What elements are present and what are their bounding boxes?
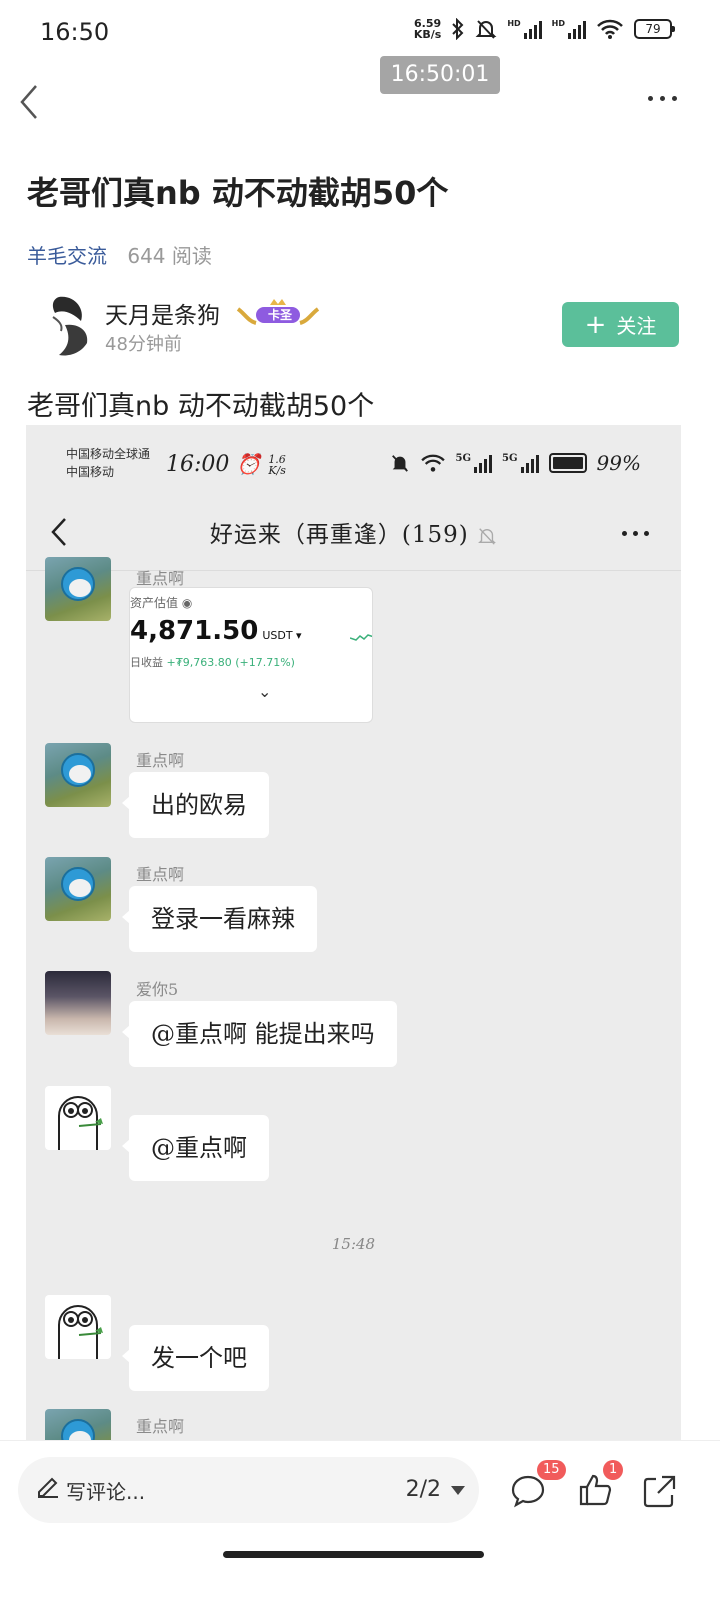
- author-avatar[interactable]: [45, 295, 97, 357]
- avatar: [45, 557, 111, 621]
- post-time: 48分钟前: [105, 334, 182, 355]
- pen-icon: [38, 1477, 58, 1498]
- asset-amount: 4,871.50 USDT ▾: [130, 616, 302, 646]
- post-body-text: 老哥们真nb 动不动截胡50个: [27, 391, 375, 422]
- embedded-battery-pct: 99%: [596, 451, 641, 475]
- sender-name: 重点啊: [136, 1417, 185, 1436]
- comment-input[interactable]: 写评论... 2/2: [18, 1457, 479, 1523]
- follow-label: 关注: [616, 314, 657, 338]
- screenshot-timestamp: 16:50:01: [380, 56, 500, 94]
- message-bubble: 出的欧易: [122, 772, 269, 838]
- chat-title: 好运来（再重逢）(159): [26, 515, 681, 549]
- caret-down-icon[interactable]: [451, 1486, 465, 1495]
- sender-name: 重点啊: [136, 865, 185, 884]
- eye-icon: ◉: [181, 596, 193, 610]
- avatar: [45, 971, 111, 1035]
- more-options-icon: [622, 531, 649, 536]
- embedded-status-icons: 5G 5G 99%: [390, 451, 641, 475]
- avatar: [45, 1295, 111, 1359]
- message-bubble: 发一个吧: [122, 1325, 269, 1391]
- battery-icon: 79: [634, 19, 675, 39]
- network-speed: 6.59 KB/s: [413, 17, 442, 41]
- avatar: [45, 743, 111, 807]
- sender-name: 重点啊: [136, 751, 185, 770]
- author-name[interactable]: 天月是条狗: [105, 296, 220, 330]
- post-meta: 羊毛交流 644 阅读: [27, 240, 212, 269]
- asset-profit: 日收益 +₮9,763.80 (+17.71%): [130, 656, 295, 669]
- bell-muted-icon: [478, 528, 496, 545]
- post-title: 老哥们真nb 动不动截胡50个: [27, 174, 449, 212]
- avatar: [45, 1409, 111, 1440]
- signal-sim2-icon: HD: [552, 19, 586, 39]
- status-icons: 6.59 KB/s HD HD 79: [413, 17, 675, 41]
- avatar: [45, 1086, 111, 1150]
- share-icon[interactable]: [642, 1473, 678, 1509]
- card-saint-badge: 卡圣: [234, 299, 322, 327]
- embedded-status-bar: 中国移动全球通 中国移动 16:00 ⏰ 1.6 K/s 5G 5G 99%: [26, 425, 681, 503]
- signal-sim1-icon: HD: [507, 19, 542, 39]
- message-bubble: @重点啊 能提出来吗: [122, 1001, 397, 1067]
- asset-card-image: 资产估值 ◉ 4,871.50 USDT ▾ 日收益 +₮9,763.80 (+1…: [129, 587, 373, 723]
- home-indicator[interactable]: [223, 1551, 484, 1558]
- category-link[interactable]: 羊毛交流: [27, 244, 107, 268]
- message-bubble: @重点啊: [122, 1115, 269, 1181]
- signal-5g-icon-2: 5G: [502, 453, 539, 473]
- back-arrow-icon[interactable]: [18, 84, 40, 120]
- read-count: 644 阅读: [127, 244, 212, 268]
- carrier-text: 中国移动全球通 中国移动: [66, 447, 151, 479]
- wifi-icon: [597, 19, 623, 39]
- plus-icon: +: [584, 309, 607, 340]
- alarm-icon: ⏰: [236, 452, 262, 476]
- status-bar: 16:50 6.59 KB/s HD HD 79: [0, 0, 720, 64]
- avatar: [45, 857, 111, 921]
- badge-label: 卡圣: [268, 308, 293, 322]
- chevron-down-icon: ⌄: [258, 682, 272, 701]
- comment-count-badge: 15: [537, 1460, 566, 1480]
- post-image[interactable]: 中国移动全球通 中国移动 16:00 ⏰ 1.6 K/s 5G 5G 99% 好运…: [26, 425, 681, 1440]
- comment-placeholder: 写评论...: [66, 1480, 146, 1504]
- signal-5g-icon-1: 5G: [456, 453, 493, 473]
- asset-label: 资产估值 ◉: [130, 596, 193, 610]
- bell-muted-icon: [475, 20, 497, 39]
- embedded-speed: 1.6 K/s: [268, 453, 286, 477]
- bell-muted-icon: [391, 455, 408, 472]
- message-bubble: 登录一看麻辣: [122, 886, 317, 952]
- wifi-icon: [420, 454, 445, 472]
- sparkline-icon: [350, 634, 372, 641]
- embedded-time: 16:00 ⏰ 1.6 K/s: [166, 452, 286, 477]
- more-options-icon[interactable]: [648, 96, 677, 101]
- status-time: 16:50: [40, 18, 110, 46]
- sender-name: 爱你5: [136, 980, 179, 999]
- page-indicator[interactable]: 2/2: [406, 1477, 441, 1502]
- battery-icon: [548, 453, 587, 473]
- follow-button[interactable]: + 关注: [562, 302, 679, 347]
- chat-time-divider: 15:48: [331, 1235, 376, 1253]
- sender-name: 重点啊: [136, 569, 185, 588]
- bluetooth-icon: [452, 18, 464, 40]
